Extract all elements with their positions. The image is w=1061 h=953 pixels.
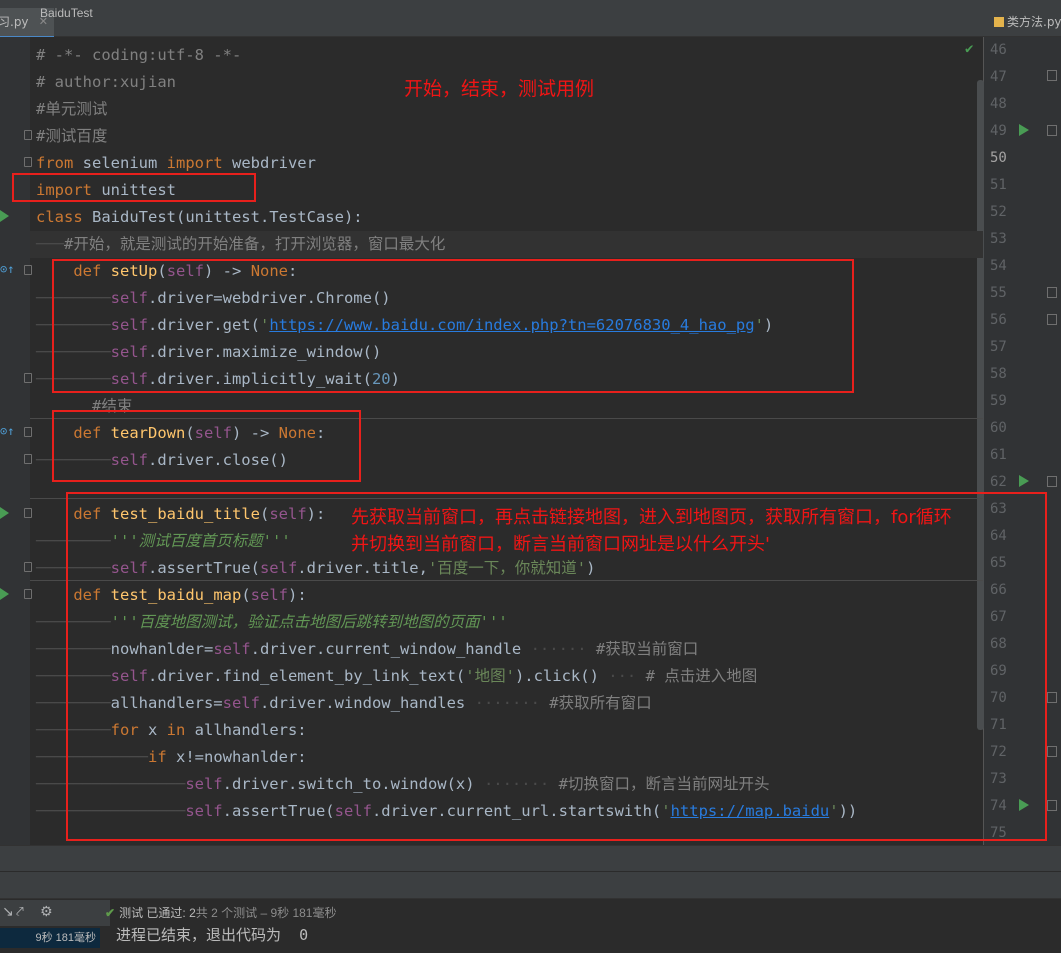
- export-icon[interactable]: ⤤: [16, 904, 24, 920]
- code-line: #单元测试: [36, 100, 108, 118]
- process-exit-output: 进程已结束，退出代码为 0: [116, 926, 309, 944]
- run-class-icon[interactable]: [0, 210, 9, 222]
- line-number: 60: [990, 420, 1007, 436]
- line-number: 54: [990, 258, 1007, 274]
- editor-tab-bar: 练习.py ✕ 类方法.py: [0, 0, 1061, 38]
- run-test-icon[interactable]: [0, 588, 9, 600]
- fold-icon[interactable]: [24, 589, 32, 599]
- fold-icon[interactable]: [1047, 476, 1057, 487]
- fold-icon[interactable]: [24, 562, 32, 572]
- line-number: 53: [990, 231, 1007, 247]
- fold-icon[interactable]: [24, 373, 32, 383]
- tab-class-method-file[interactable]: 类方法.py: [986, 8, 1061, 36]
- breadcrumb[interactable]: BaiduTest: [40, 6, 93, 20]
- fold-icon[interactable]: [24, 454, 32, 464]
- line-number: 61: [990, 447, 1007, 463]
- breadcrumb-bar: [0, 845, 1061, 872]
- annotation-note: 并切换到当前窗口，断言当前窗口网址是以什么开头': [351, 534, 770, 555]
- line-number: 47: [990, 69, 1007, 85]
- code-line: class BaiduTest(unittest.TestCase):: [36, 208, 363, 226]
- fold-icon[interactable]: [1047, 125, 1057, 136]
- fold-icon[interactable]: [24, 265, 32, 275]
- test-status: ✔ 测试 已通过: 2共 2 个测试 – 9秒 181毫秒: [105, 906, 337, 920]
- annotation-note: 开始，结束，测试用例: [404, 78, 595, 100]
- line-number: 56: [990, 312, 1007, 328]
- inspection-ok-icon: ✔: [965, 41, 974, 57]
- run-test-icon[interactable]: [0, 507, 9, 519]
- fold-icon[interactable]: [24, 130, 32, 140]
- line-number: 57: [990, 339, 1007, 355]
- gear-icon[interactable]: ⚙: [40, 904, 53, 920]
- override-icon[interactable]: ⊙↑: [0, 424, 14, 438]
- line-number: 58: [990, 366, 1007, 382]
- check-icon: ✔: [105, 906, 116, 920]
- fold-icon[interactable]: [1047, 800, 1057, 811]
- tool-window-header: [0, 871, 1061, 898]
- fold-icon[interactable]: [1047, 746, 1057, 757]
- line-number: 55: [990, 285, 1007, 301]
- line-number: 48: [990, 96, 1007, 112]
- highlight-setup-box: [52, 259, 854, 393]
- tab-label: 练习.py: [0, 15, 29, 29]
- code-line: #测试百度: [36, 127, 108, 145]
- fold-icon[interactable]: [1047, 692, 1057, 703]
- fold-icon[interactable]: [24, 427, 32, 437]
- code-line: ───#开始，就是测试的开始准备，打开浏览器，窗口最大化: [36, 235, 446, 253]
- annotation-note: 先获取当前窗口，再点击链接地图，进入到地图页，获取所有窗口，for循环: [351, 507, 952, 528]
- run-icon[interactable]: [1019, 124, 1029, 136]
- fold-icon[interactable]: [24, 157, 32, 167]
- line-number: 59: [990, 393, 1007, 409]
- line-number: 52: [990, 204, 1007, 220]
- override-icon[interactable]: ⊙↑: [0, 262, 14, 276]
- highlight-teardown-box: [52, 410, 361, 482]
- code-line: # author:xujian: [36, 73, 176, 91]
- python-file-icon: [994, 17, 1004, 27]
- line-number: 49: [990, 123, 1007, 139]
- fold-icon[interactable]: [1047, 314, 1057, 325]
- highlight-import-box: [12, 173, 256, 202]
- collapse-icon[interactable]: ↘: [2, 904, 14, 920]
- current-line-number: 50: [990, 150, 1007, 166]
- tab-label: 类方法.py: [1007, 15, 1061, 29]
- fold-icon[interactable]: [24, 508, 32, 518]
- fold-icon[interactable]: [1047, 287, 1057, 298]
- line-number: 46: [990, 42, 1007, 58]
- fold-icon[interactable]: [1047, 70, 1057, 81]
- test-duration-badge[interactable]: 9秒 181毫秒: [0, 928, 100, 948]
- code-line: # -*- coding:utf-8 -*-: [36, 46, 242, 64]
- run-icon[interactable]: [1019, 475, 1029, 487]
- line-number: 51: [990, 177, 1007, 193]
